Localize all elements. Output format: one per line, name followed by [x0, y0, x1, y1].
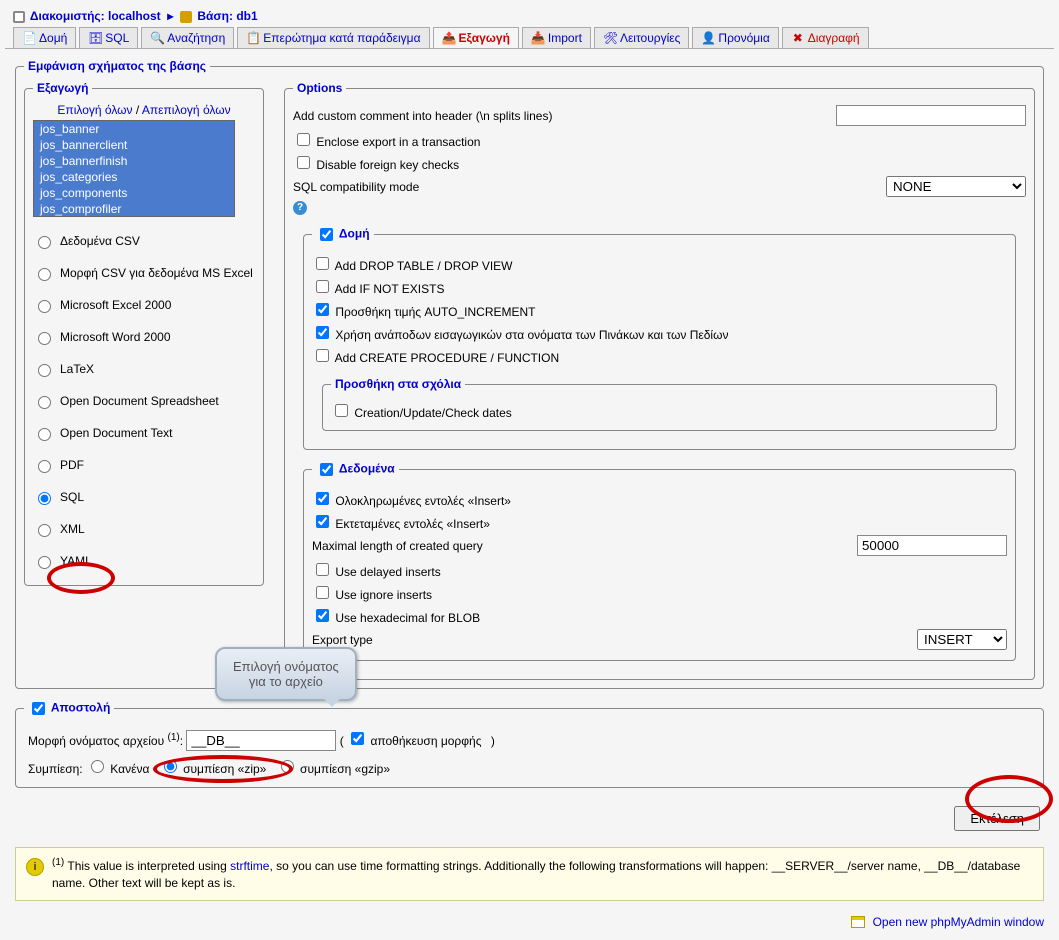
format-csv-excel[interactable]: Μορφή CSV για δεδομένα MS Excel — [33, 257, 255, 289]
enclose-transaction-check[interactable]: Enclose export in a transaction — [293, 130, 480, 149]
import-icon: 📥 — [531, 31, 545, 45]
execute-button[interactable]: Εκτέλεση — [954, 806, 1040, 831]
auto-increment-check[interactable]: Προσθήκη τιμής AUTO_INCREMENT — [312, 300, 536, 319]
sql-icon: 🗄 — [88, 31, 102, 45]
extended-inserts-check[interactable]: Εκτεταμένες εντολές «Insert» — [312, 512, 490, 531]
tab-query[interactable]: 📋Επερώτημα κατά παράδειγμα — [237, 27, 429, 48]
format-ods-spreadsheet[interactable]: Open Document Spreadsheet — [33, 385, 255, 417]
strftime-link[interactable]: strftime — [230, 859, 269, 873]
export-fieldset: Εξαγωγή Επιλογή όλων / Απεπιλογή όλων jo… — [24, 81, 264, 586]
options-legend: Options — [293, 81, 346, 95]
custom-comment-input[interactable] — [836, 105, 1026, 126]
backquotes-check[interactable]: Χρήση ανάποδων εισαγωγικών στα ονόματα τ… — [312, 323, 728, 342]
compress-zip[interactable]: συμπίεση «zip» — [159, 762, 267, 776]
info-icon: i — [26, 858, 44, 876]
open-new-window-link[interactable]: Open new phpMyAdmin window — [873, 915, 1044, 929]
footnote-box: i (1) This value is interpreted using st… — [15, 847, 1044, 901]
ignore-check[interactable]: Use ignore inserts — [312, 583, 432, 602]
max-query-input[interactable] — [857, 535, 1007, 556]
select-all-link[interactable]: Επιλογή όλων — [57, 103, 132, 117]
tabs: 📄Δομή 🗄SQL 🔍Αναζήτηση 📋Επερώτημα κατά πα… — [5, 27, 1054, 49]
data-fieldset: Δεδομένα Ολοκληρωμένες εντολές «Insert» … — [303, 460, 1016, 661]
drop-icon: ✖ — [791, 31, 805, 45]
server-icon — [13, 11, 25, 23]
add-drop-check[interactable]: Add DROP TABLE / DROP VIEW — [312, 254, 513, 273]
list-item[interactable]: jos_categories — [34, 169, 234, 185]
custom-comment-label: Add custom comment into header (\n split… — [293, 109, 828, 123]
export-type-label: Export type — [312, 633, 909, 647]
sql-compat-select[interactable]: NONE — [886, 176, 1026, 197]
compress-none[interactable]: Κανένα — [86, 762, 149, 776]
format-ods-text[interactable]: Open Document Text — [33, 417, 255, 449]
bc-server-label[interactable]: Διακομιστής: localhost — [30, 9, 161, 23]
delayed-check[interactable]: Use delayed inserts — [312, 560, 441, 579]
format-sql[interactable]: SQL — [33, 481, 255, 513]
format-word2000[interactable]: Microsoft Word 2000 — [33, 321, 255, 353]
privileges-icon: 👤 — [701, 31, 715, 45]
tab-structure[interactable]: 📄Δομή — [13, 27, 76, 48]
operations-icon: 🛠 — [603, 31, 617, 45]
structure-icon: 📄 — [22, 31, 36, 45]
format-xml[interactable]: XML — [33, 513, 255, 545]
format-pdf[interactable]: PDF — [33, 449, 255, 481]
max-query-label: Maximal length of created query — [312, 539, 849, 553]
send-fieldset: Αποστολή Μορφή ονόματος αρχείου (1): ( α… — [15, 699, 1044, 788]
search-icon: 🔍 — [150, 31, 164, 45]
tab-export[interactable]: 📤Εξαγωγή — [433, 27, 519, 48]
query-icon: 📋 — [246, 31, 260, 45]
list-item[interactable]: jos_banner — [34, 121, 234, 137]
dates-check[interactable]: Creation/Update/Check dates — [331, 401, 512, 420]
tab-operations[interactable]: 🛠Λειτουργίες — [594, 27, 689, 48]
export-legend: Εξαγωγή — [33, 81, 92, 95]
format-radios: Δεδομένα CSV Μορφή CSV για δεδομένα MS E… — [33, 225, 255, 577]
database-icon — [180, 11, 192, 23]
tab-import[interactable]: 📥Import — [522, 27, 591, 48]
filename-input[interactable] — [186, 730, 336, 751]
hex-blob-check[interactable]: Use hexadecimal for BLOB — [312, 606, 480, 625]
structure-fieldset: Δομή Add DROP TABLE / DROP VIEW Add IF N… — [303, 225, 1016, 450]
list-item[interactable]: jos_comprofiler — [34, 201, 234, 217]
comments-legend: Προσθήκη στα σχόλια — [331, 377, 465, 391]
sql-compat-label: SQL compatibility mode — [293, 180, 878, 194]
format-yaml[interactable]: YAML — [33, 545, 255, 577]
view-schema-link[interactable]: Εμφάνιση σχήματος της βάσης — [28, 59, 206, 73]
compress-gzip[interactable]: συμπίεση «gzip» — [276, 762, 390, 776]
window-icon — [851, 916, 865, 928]
list-item[interactable]: jos_components — [34, 185, 234, 201]
add-procedure-check[interactable]: Add CREATE PROCEDURE / FUNCTION — [312, 346, 559, 365]
tab-search[interactable]: 🔍Αναζήτηση — [141, 27, 234, 48]
table-listbox[interactable]: jos_banner jos_bannerclient jos_bannerfi… — [33, 120, 235, 217]
filename-label: Μορφή ονόματος αρχείου (1): — [28, 734, 183, 748]
format-csv[interactable]: Δεδομένα CSV — [33, 225, 255, 257]
options-fieldset: Options Add custom comment into header (… — [284, 81, 1035, 680]
format-latex[interactable]: LaTeX — [33, 353, 255, 385]
add-ifnotexists-check[interactable]: Add IF NOT EXISTS — [312, 277, 444, 296]
unselect-all-link[interactable]: Απεπιλογή όλων — [142, 103, 231, 117]
view-schema-fieldset: Εμφάνιση σχήματος της βάσης Εξαγωγή Επιλ… — [15, 59, 1044, 689]
help-icon[interactable]: ? — [293, 201, 307, 215]
data-legend[interactable]: Δεδομένα — [312, 460, 399, 479]
structure-legend[interactable]: Δομή — [312, 225, 374, 244]
disable-fk-check[interactable]: Disable foreign key checks — [293, 153, 459, 172]
compression-label: Συμπίεση: — [28, 762, 83, 776]
bc-db-label[interactable]: Βάση: db1 — [197, 9, 257, 23]
tab-sql[interactable]: 🗄SQL — [79, 27, 138, 48]
format-excel2000[interactable]: Microsoft Excel 2000 — [33, 289, 255, 321]
remember-check[interactable]: αποθήκευση μορφής — [347, 734, 481, 748]
callout-tooltip: Επιλογή ονόματος για το αρχείο — [215, 647, 357, 701]
comments-fieldset: Προσθήκη στα σχόλια Creation/Update/Chec… — [322, 377, 997, 431]
list-item[interactable]: jos_bannerfinish — [34, 153, 234, 169]
send-legend[interactable]: Αποστολή — [24, 699, 114, 718]
complete-inserts-check[interactable]: Ολοκληρωμένες εντολές «Insert» — [312, 489, 511, 508]
tab-privileges[interactable]: 👤Προνόμια — [692, 27, 778, 48]
list-item[interactable]: jos_bannerclient — [34, 137, 234, 153]
export-icon: 📤 — [442, 31, 456, 45]
export-type-select[interactable]: INSERT — [917, 629, 1007, 650]
breadcrumb: Διακομιστής: localhost ▸ Βάση: db1 — [5, 5, 1054, 27]
tab-drop[interactable]: ✖Διαγραφή — [782, 27, 869, 48]
